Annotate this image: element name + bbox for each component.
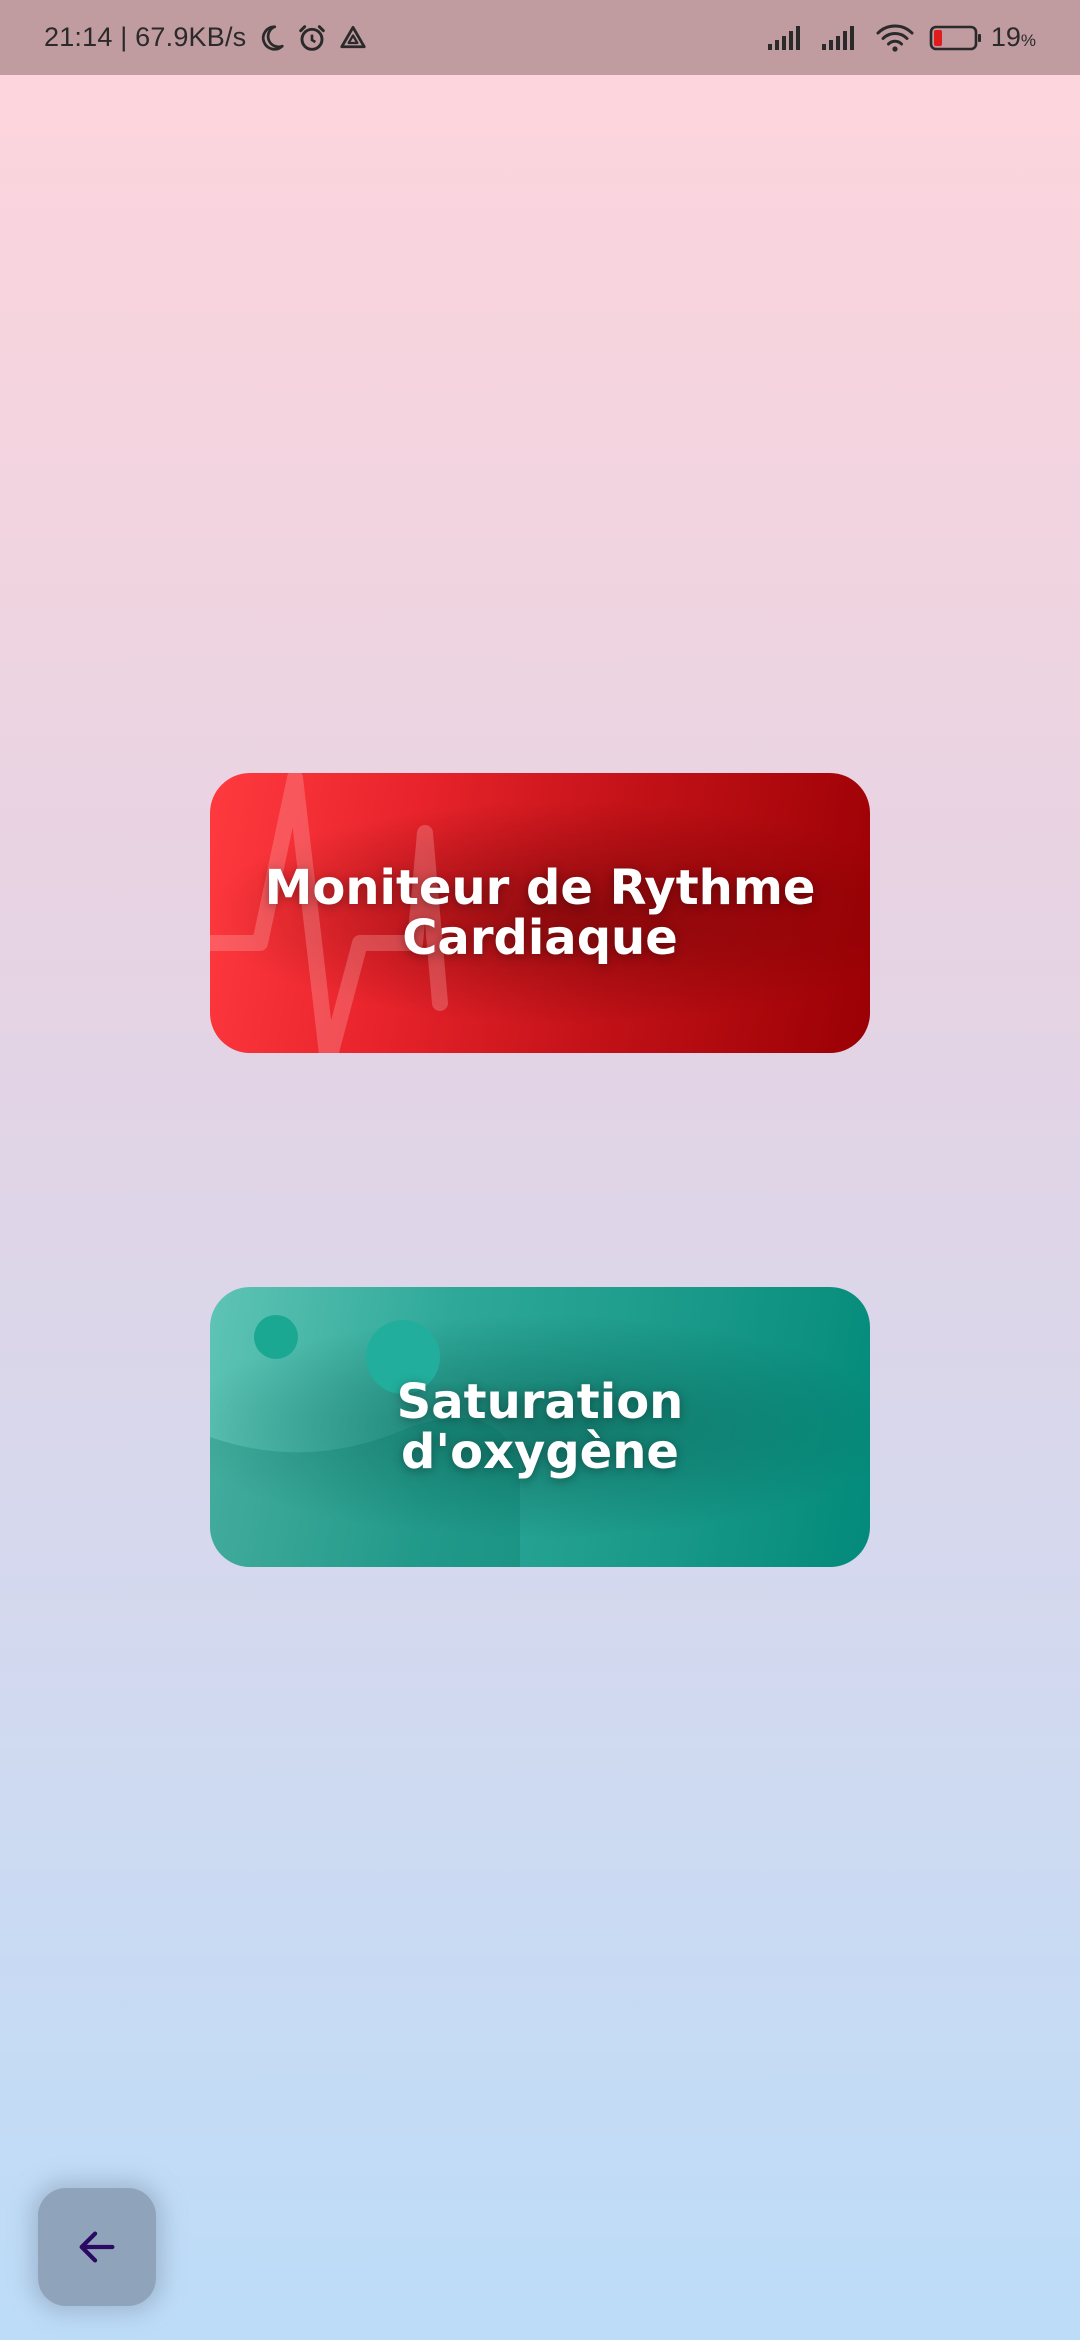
heart-rate-monitor-button[interactable]: Moniteur de Rythme Cardiaque <box>210 773 870 1053</box>
signal-icon <box>767 24 807 52</box>
oxygen-saturation-label: Saturation d'oxygène <box>396 1374 684 1480</box>
drive-icon <box>338 23 368 53</box>
oxygen-saturation-button[interactable]: Saturation d'oxygène <box>210 1287 870 1567</box>
status-bar: 21:14 | 67.9KB/s 19% <box>0 0 1080 75</box>
battery-icon <box>929 24 983 52</box>
battery-percent: 19% <box>991 22 1036 53</box>
battery-percent-unit: % <box>1020 31 1036 50</box>
status-right: 19% <box>753 22 1036 53</box>
battery-percent-value: 19 <box>990 22 1021 52</box>
status-left: 21:14 | 67.9KB/s <box>44 22 368 54</box>
arrow-left-icon <box>79 2231 115 2263</box>
moon-icon <box>256 23 286 53</box>
back-button[interactable] <box>38 2188 156 2306</box>
heart-rate-monitor-label: Moniteur de Rythme Cardiaque <box>264 860 816 966</box>
signal-icon <box>821 24 861 52</box>
wifi-icon <box>875 23 915 53</box>
status-time-speed: 21:14 | 67.9KB/s <box>44 22 247 52</box>
alarm-icon <box>296 22 328 54</box>
